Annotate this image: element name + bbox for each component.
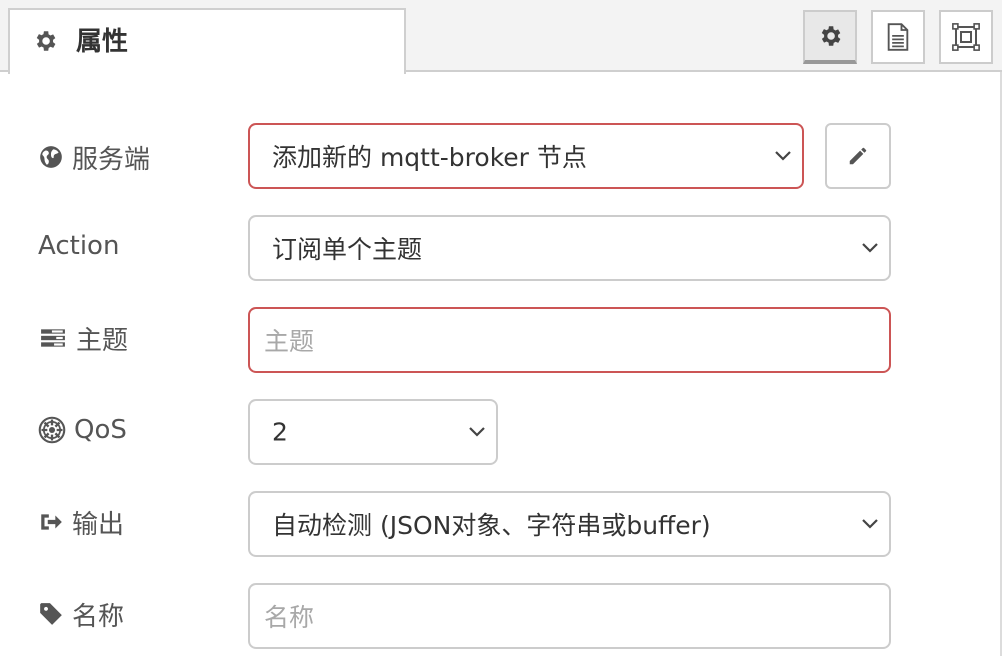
action-select[interactable]: 订阅单个主题 bbox=[248, 215, 891, 281]
tab-bar: 属性 bbox=[0, 0, 1002, 74]
topic-input-placeholder: 主题 bbox=[264, 327, 315, 356]
chevron-down-icon bbox=[469, 427, 485, 437]
server-select[interactable]: 添加新的 mqtt-broker 节点 bbox=[248, 123, 804, 189]
globe-icon bbox=[40, 146, 62, 168]
edit-server-button[interactable] bbox=[825, 123, 891, 189]
qos-label: QoS bbox=[38, 410, 127, 450]
qos-select-value: 2 bbox=[272, 417, 288, 447]
gear-icon bbox=[36, 31, 56, 51]
tasks-icon bbox=[41, 329, 65, 347]
gear-icon bbox=[821, 26, 841, 46]
qos-select[interactable]: 2 bbox=[248, 399, 498, 465]
chevron-down-icon bbox=[775, 151, 791, 161]
topic-label-text: 主题 bbox=[76, 325, 129, 356]
server-select-value: 添加新的 mqtt-broker 节点 bbox=[272, 143, 587, 172]
server-label-text: 服务端 bbox=[72, 144, 151, 175]
output-label-text: 输出 bbox=[72, 509, 125, 540]
description-tab-button[interactable] bbox=[871, 10, 925, 64]
output-select-value: 自动检测 (JSON对象、字符串或buffer) bbox=[272, 511, 711, 540]
output-label: 输出 bbox=[38, 502, 124, 542]
tab-label: 属性 bbox=[76, 27, 129, 57]
chevron-down-icon bbox=[862, 519, 878, 529]
empire-icon bbox=[38, 416, 66, 444]
topic-input[interactable]: 主题 bbox=[248, 307, 891, 373]
server-label: 服务端 bbox=[38, 137, 150, 177]
action-label: Action bbox=[38, 226, 119, 266]
qos-label-text: QoS bbox=[74, 415, 127, 445]
pencil-icon bbox=[849, 147, 867, 165]
name-label-text: 名称 bbox=[72, 601, 125, 632]
name-input-placeholder: 名称 bbox=[264, 603, 315, 632]
output-select[interactable]: 自动检测 (JSON对象、字符串或buffer) bbox=[248, 491, 891, 557]
chevron-down-icon bbox=[862, 243, 878, 253]
appearance-tab-button[interactable] bbox=[939, 10, 993, 64]
settings-tab-button[interactable] bbox=[803, 10, 857, 64]
name-label: 名称 bbox=[38, 594, 124, 634]
tag-icon bbox=[40, 603, 62, 625]
document-icon bbox=[887, 23, 909, 51]
action-select-value: 订阅单个主题 bbox=[272, 235, 423, 264]
name-input[interactable]: 名称 bbox=[248, 583, 891, 649]
tab-properties[interactable]: 属性 bbox=[8, 8, 406, 74]
frame-icon bbox=[952, 23, 980, 51]
action-label-text: Action bbox=[38, 231, 120, 261]
topic-label: 主题 bbox=[38, 318, 128, 358]
sign-out-icon bbox=[41, 514, 62, 530]
